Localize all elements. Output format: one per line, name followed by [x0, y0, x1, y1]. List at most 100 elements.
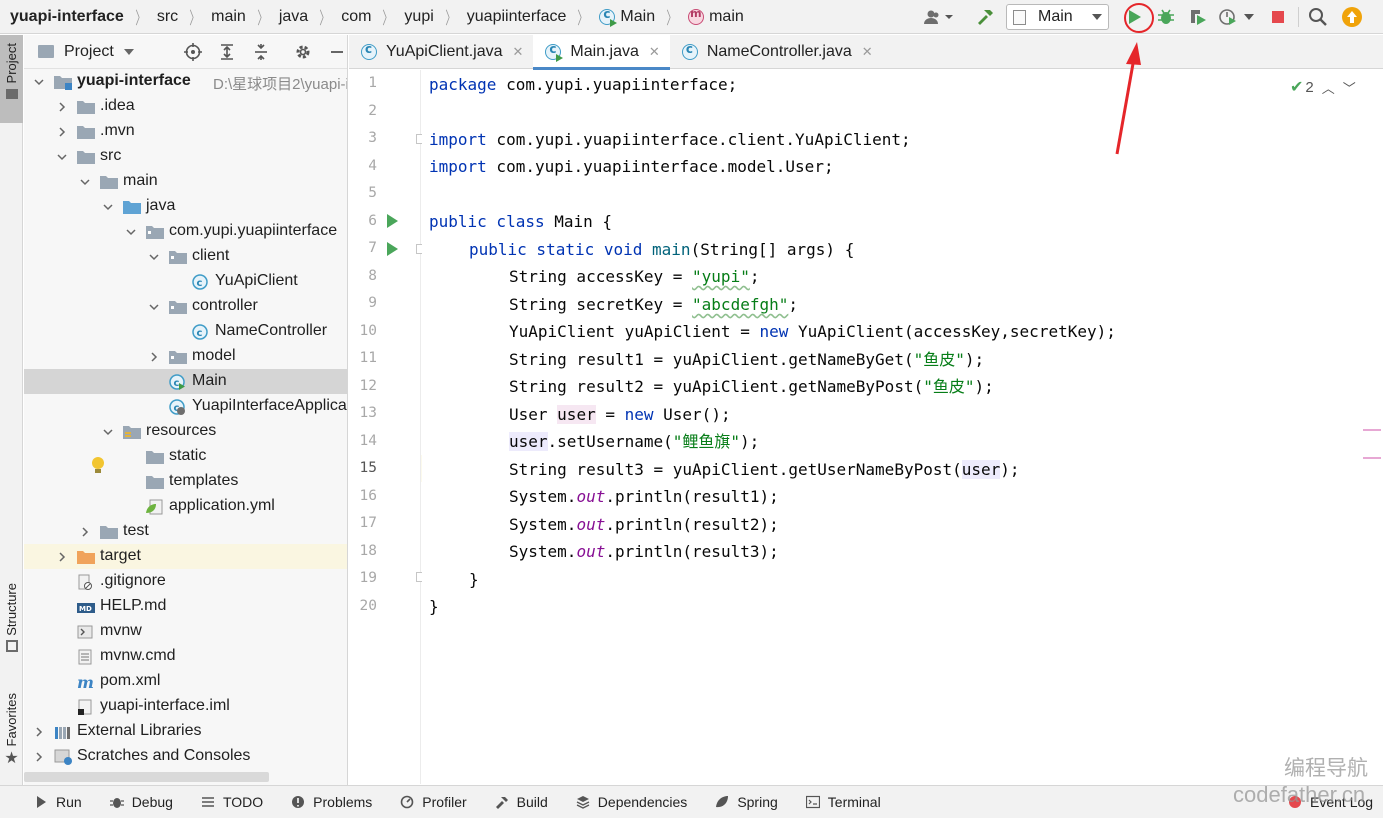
run-configuration-select[interactable]: Main	[1006, 4, 1109, 30]
tool-run[interactable]: Run	[34, 794, 82, 810]
tree-item[interactable]: .idea	[24, 94, 347, 119]
tree-item[interactable]: External Libraries	[24, 719, 347, 744]
chevron-down-icon[interactable]	[145, 298, 163, 316]
stripe-tab-project[interactable]: Project	[0, 35, 23, 123]
stripe-tab-favorites[interactable]: Favorites ★	[0, 693, 23, 773]
tree-item[interactable]: c NameController	[24, 319, 347, 344]
stripe-tab-structure[interactable]: Structure	[0, 583, 23, 673]
tab-main-java[interactable]: Main.java ✕	[533, 35, 671, 70]
tree-item[interactable]: .gitignore	[24, 569, 347, 594]
inspection-widget[interactable]: ✔ 2 ︿ ﹀	[1290, 77, 1356, 97]
line-number: 8	[368, 267, 377, 284]
tab-yuapiclient-java[interactable]: YuApiClient.java ✕	[349, 35, 533, 69]
tree-item[interactable]: MD HELP.md	[24, 594, 347, 619]
tree-item[interactable]: src	[24, 144, 347, 169]
breadcrumb-yupi[interactable]: yupi	[404, 8, 433, 26]
tree-item[interactable]: mvnw.cmd	[24, 644, 347, 669]
tool-debug[interactable]: Debug	[109, 794, 173, 810]
chevron-down-icon[interactable]	[99, 423, 117, 441]
tool-profiler[interactable]: Profiler	[400, 794, 467, 810]
tree-item[interactable]: templates	[24, 469, 347, 494]
tree-item[interactable]: c Main	[24, 369, 347, 394]
chevron-down-icon[interactable]	[123, 48, 134, 55]
tree-item[interactable]: Scratches and Consoles	[24, 744, 347, 769]
tool-todo[interactable]: TODO	[201, 794, 263, 810]
chevron-down-icon[interactable]	[53, 148, 71, 166]
chevron-right-icon[interactable]	[76, 523, 94, 541]
run-with-coverage-button[interactable]	[1185, 4, 1211, 30]
chevron-down-icon[interactable]	[122, 223, 140, 241]
chevron-right-icon[interactable]	[30, 723, 48, 741]
tree-item[interactable]: .mvn	[24, 119, 347, 144]
debug-button[interactable]	[1153, 4, 1179, 30]
breadcrumb-java[interactable]: java	[279, 8, 308, 26]
scrollbar-warning-marker[interactable]	[1363, 457, 1381, 459]
tree-item[interactable]: test	[24, 519, 347, 544]
tool-build[interactable]: Build	[495, 794, 548, 810]
search-everywhere-icon[interactable]	[1305, 4, 1331, 30]
chevron-right-icon[interactable]	[30, 748, 48, 766]
run-method-gutter-icon[interactable]	[387, 242, 398, 256]
tool-dependencies[interactable]: Dependencies	[576, 794, 687, 810]
project-view-title[interactable]: Project	[64, 43, 114, 61]
user-account-icon[interactable]	[920, 4, 958, 30]
tool-problems[interactable]: Problems	[291, 794, 372, 810]
chevron-down-icon[interactable]	[76, 173, 94, 191]
update-available-icon[interactable]	[1339, 4, 1365, 30]
tree-item[interactable]: application.yml	[24, 494, 347, 519]
tree-item[interactable]: main	[24, 169, 347, 194]
tree-item[interactable]: resources	[24, 419, 347, 444]
chevron-down-icon[interactable]	[145, 248, 163, 266]
hide-panel-icon[interactable]	[328, 43, 346, 61]
tree-item[interactable]: static	[24, 444, 347, 469]
close-icon[interactable]: ✕	[513, 44, 524, 60]
tool-terminal[interactable]: Terminal	[805, 794, 881, 810]
more-run-options-chevron-icon[interactable]	[1241, 4, 1257, 30]
line-number: 12	[359, 377, 377, 394]
stop-button[interactable]	[1265, 4, 1291, 30]
gear-icon[interactable]	[294, 43, 312, 61]
profile-button[interactable]	[1215, 4, 1241, 30]
breadcrumb-main[interactable]: main	[211, 8, 246, 26]
code-editor[interactable]: package com.yupi.yuapiinterface; import …	[422, 70, 1383, 784]
expand-all-icon[interactable]	[218, 43, 236, 61]
breadcrumb-yuapiinterface[interactable]: yuapiinterface	[467, 8, 567, 26]
tree-item[interactable]: target	[24, 544, 347, 569]
breadcrumb-src[interactable]: src	[157, 8, 178, 26]
chevron-down-icon[interactable]	[99, 198, 117, 216]
chevron-right-icon[interactable]	[53, 98, 71, 116]
tree-item[interactable]: java	[24, 194, 347, 219]
tree-item[interactable]: c YuapiInterfaceApplica	[24, 394, 347, 419]
tree-item[interactable]: c YuApiClient	[24, 269, 347, 294]
breadcrumb-project[interactable]: yuapi-interface	[10, 8, 124, 26]
tree-item[interactable]: controller	[24, 294, 347, 319]
code-line-20: }	[429, 597, 439, 616]
chevron-down-icon[interactable]	[30, 73, 48, 91]
tab-namecontroller-java[interactable]: NameController.java ✕	[670, 35, 883, 69]
breadcrumb-class-main[interactable]: Main	[599, 7, 655, 27]
breadcrumb-method-main[interactable]: main	[688, 7, 744, 26]
tree-item[interactable]: model	[24, 344, 347, 369]
next-highlight-icon[interactable]: ﹀	[1343, 78, 1356, 97]
chevron-right-icon[interactable]	[53, 123, 71, 141]
horizontal-scrollbar[interactable]	[24, 772, 269, 782]
breadcrumb-com[interactable]: com	[341, 8, 371, 26]
tool-spring[interactable]: Spring	[715, 794, 778, 810]
locate-file-icon[interactable]	[184, 43, 202, 61]
build-hammer-icon[interactable]	[972, 4, 998, 30]
chevron-right-icon[interactable]	[145, 348, 163, 366]
tree-item[interactable]: com.yupi.yuapiinterface	[24, 219, 347, 244]
tree-item[interactable]: client	[24, 244, 347, 269]
run-class-gutter-icon[interactable]	[387, 214, 398, 228]
close-icon[interactable]: ✕	[862, 44, 873, 60]
close-icon[interactable]: ✕	[649, 44, 660, 60]
lightbulb-icon[interactable]	[92, 457, 104, 469]
collapse-all-icon[interactable]	[252, 43, 270, 61]
tree-item[interactable]: yuapi-interface D:\星球项目2\yuapi-in	[24, 69, 347, 94]
previous-highlight-icon[interactable]: ︿	[1322, 78, 1335, 97]
tree-item[interactable]: yuapi-interface.iml	[24, 694, 347, 719]
scrollbar-warning-marker[interactable]	[1363, 429, 1381, 431]
tree-item[interactable]: m pom.xml	[24, 669, 347, 694]
tree-item[interactable]: mvnw	[24, 619, 347, 644]
chevron-right-icon[interactable]	[53, 548, 71, 566]
